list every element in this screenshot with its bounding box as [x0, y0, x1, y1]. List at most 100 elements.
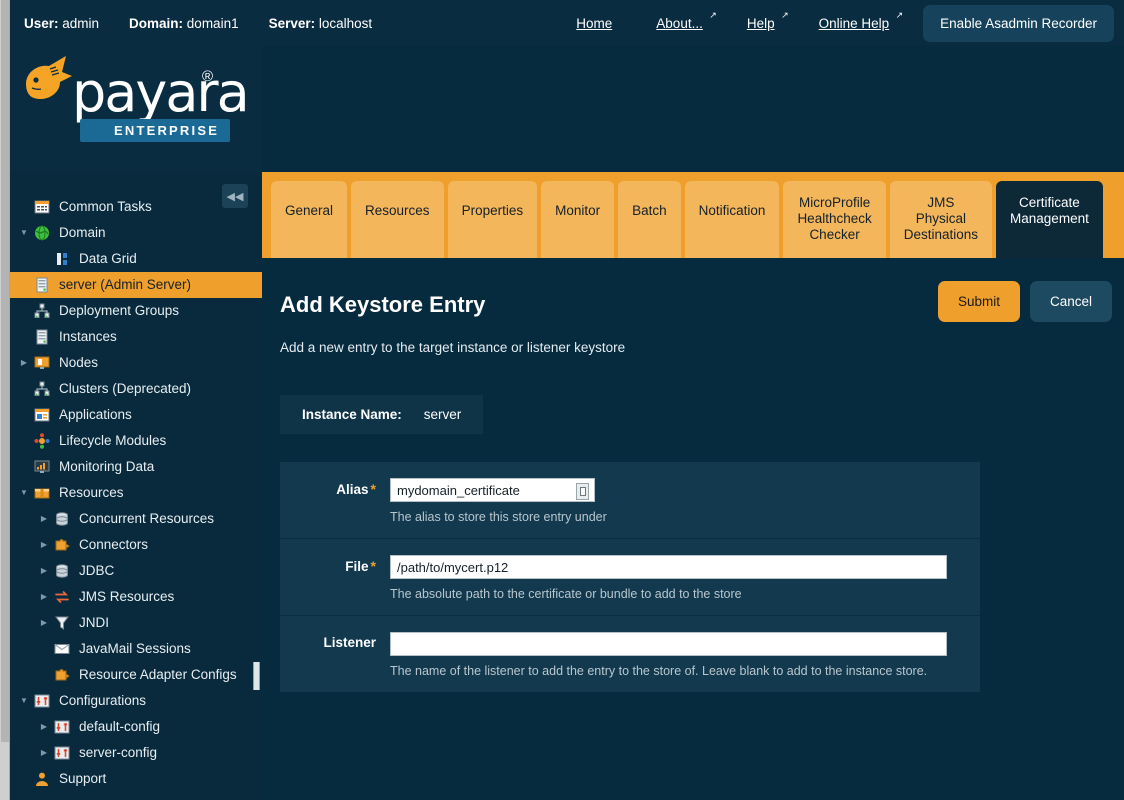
applications-icon — [32, 407, 52, 423]
enable-asadmin-recorder-button[interactable]: Enable Asadmin Recorder — [923, 5, 1114, 42]
tab-general[interactable]: General — [271, 181, 347, 258]
sidebar-item-label: Resources — [59, 486, 124, 500]
sidebar-item-lifecycle-modules[interactable]: Lifecycle Modules — [10, 428, 262, 454]
sidebar-item-javamail-sessions[interactable]: JavaMail Sessions — [10, 636, 262, 662]
sidebar-item-server-admin-server[interactable]: server (Admin Server) — [10, 272, 262, 298]
sidebar-item-label: JMS Resources — [79, 590, 174, 604]
sidebar-item-label: JDBC — [79, 564, 114, 578]
tab-microprofile-healthcheck-checker[interactable]: MicroProfileHealthcheckChecker — [783, 181, 885, 258]
tab-resources[interactable]: Resources — [351, 181, 444, 258]
cancel-button[interactable]: Cancel — [1030, 281, 1112, 322]
sidebar-item-label: Resource Adapter Configs — [79, 668, 237, 682]
sidebar-item-server-config[interactable]: ▶server-config — [10, 740, 262, 766]
autofill-credentials-icon[interactable] — [576, 483, 589, 500]
sidebar-item-concurrent-resources[interactable]: ▶Concurrent Resources — [10, 506, 262, 532]
twisty-collapsed-icon[interactable]: ▶ — [36, 723, 52, 731]
browser-scrollbar-thumb[interactable] — [1, 0, 9, 742]
sidebar-item-jms-resources[interactable]: ▶ JMS Resources — [10, 584, 262, 610]
configurations-sliders-icon — [32, 693, 52, 709]
field-container: The alias to store this store entry unde… — [390, 478, 980, 524]
chevron-double-left-icon: ◀◀ — [227, 190, 244, 203]
sidebar-item-label: Support — [59, 772, 106, 786]
sidebar-item-connectors[interactable]: ▶ Connectors — [10, 532, 262, 558]
sidebar-item-data-grid[interactable]: Data Grid — [10, 246, 262, 272]
enterprise-badge: ENTERPRISE — [80, 119, 230, 142]
sidebar-item-label: Instances — [59, 330, 117, 344]
tab-monitor[interactable]: Monitor — [541, 181, 614, 258]
sidebar-item-default-config[interactable]: ▶default-config — [10, 714, 262, 740]
sidebar-item-label: Connectors — [79, 538, 148, 552]
sidebar-item-resources[interactable]: ▼ Resources — [10, 480, 262, 506]
twisty-collapsed-icon[interactable]: ▶ — [36, 541, 52, 549]
tab-jms-physical-destinations[interactable]: JMSPhysicalDestinations — [890, 181, 992, 258]
listener-input[interactable] — [390, 632, 947, 656]
session-info-value: localhost — [315, 16, 372, 31]
sidebar-item-label: Applications — [59, 408, 132, 422]
required-asterisk-icon: * — [371, 558, 376, 574]
file-input[interactable] — [390, 555, 947, 579]
header-link-about[interactable]: About...↗ — [634, 16, 725, 31]
database-icon — [52, 511, 72, 527]
resources-box-icon — [32, 485, 52, 501]
twisty-collapsed-icon[interactable]: ▶ — [36, 619, 52, 627]
sidebar-tree: ◀◀ Common Tasks ▼Domain Data Grid server (A… — [10, 172, 262, 800]
sidebar-item-applications[interactable]: Applications — [10, 402, 262, 428]
twisty-collapsed-icon[interactable]: ▶ — [36, 593, 52, 601]
main-content: Add Keystore Entry Add a new entry to th… — [262, 258, 1124, 800]
tab-certificate-management[interactable]: CertificateManagement — [996, 181, 1103, 258]
sidebar-item-support[interactable]: Support — [10, 766, 262, 792]
tab-batch[interactable]: Batch — [618, 181, 681, 258]
tab-notification[interactable]: Notification — [685, 181, 780, 258]
domain-globe-icon — [32, 225, 52, 241]
browser-scrollbar[interactable] — [0, 0, 10, 800]
instance-name-box: Instance Name: server — [280, 395, 483, 434]
sidebar-item-label: Data Grid — [79, 252, 137, 266]
alias-input[interactable] — [390, 478, 595, 502]
sidebar-scrollbar-thumb[interactable] — [253, 662, 260, 690]
submit-button[interactable]: Submit — [938, 281, 1020, 322]
sidebar-collapse-button[interactable]: ◀◀ — [222, 184, 248, 208]
twisty-expanded-icon[interactable]: ▼ — [16, 229, 32, 237]
sidebar-item-clusters-deprecated[interactable]: Clusters (Deprecated) — [10, 376, 262, 402]
twisty-expanded-icon[interactable]: ▼ — [16, 697, 32, 705]
sidebar-item-label: Configurations — [59, 694, 146, 708]
sidebar-item-resource-adapter-configs[interactable]: Resource Adapter Configs — [10, 662, 262, 688]
support-person-icon — [32, 771, 52, 787]
header-link-home[interactable]: Home — [554, 16, 634, 31]
form-row-alias: Alias*The alias to store this store entr… — [280, 462, 980, 539]
alias-help-text: The alias to store this store entry unde… — [390, 510, 960, 524]
tab-label-line: General — [285, 203, 333, 219]
header-link-online-help[interactable]: Online Help↗ — [797, 16, 912, 31]
session-info-key: User: — [24, 16, 59, 31]
sidebar-item-label: Monitoring Data — [59, 460, 154, 474]
sidebar-item-jndi[interactable]: ▶ JNDI — [10, 610, 262, 636]
field-container: The name of the listener to add the entr… — [390, 632, 980, 678]
twisty-expanded-icon[interactable]: ▼ — [16, 489, 32, 497]
sidebar-item-label: Common Tasks — [59, 200, 152, 214]
top-header: User: adminDomain: domain1Server: localh… — [10, 0, 1124, 46]
sidebar-item-nodes[interactable]: ▶Nodes — [10, 350, 262, 376]
listener-label: Listener — [280, 632, 390, 678]
form-row-listener: ListenerThe name of the listener to add … — [280, 616, 980, 692]
sidebar-item-deployment-groups[interactable]: Deployment Groups — [10, 298, 262, 324]
file-help-text: The absolute path to the certificate or … — [390, 587, 960, 601]
sidebar-item-domain[interactable]: ▼Domain — [10, 220, 262, 246]
tab-properties[interactable]: Properties — [448, 181, 538, 258]
sidebar-item-configurations[interactable]: ▼ Configurations — [10, 688, 262, 714]
required-asterisk-icon: * — [371, 481, 376, 497]
database-icon — [52, 563, 72, 579]
header-link-help[interactable]: Help↗ — [725, 16, 797, 31]
file-label: File* — [280, 555, 390, 601]
sidebar-item-label: JNDI — [79, 616, 109, 630]
sidebar-item-monitoring-data[interactable]: Monitoring Data — [10, 454, 262, 480]
session-info-item-1: Domain: domain1 — [129, 16, 239, 31]
sidebar-item-instances[interactable]: Instances — [10, 324, 262, 350]
twisty-collapsed-icon[interactable]: ▶ — [36, 749, 52, 757]
sidebar-item-jdbc[interactable]: ▶ JDBC — [10, 558, 262, 584]
external-link-icon: ↗ — [896, 11, 904, 20]
twisty-collapsed-icon[interactable]: ▶ — [36, 567, 52, 575]
header-links: HomeAbout...↗Help↗Online Help↗ Enable Asa… — [554, 5, 1124, 42]
twisty-collapsed-icon[interactable]: ▶ — [16, 359, 32, 367]
clusters-icon — [32, 381, 52, 397]
twisty-collapsed-icon[interactable]: ▶ — [36, 515, 52, 523]
